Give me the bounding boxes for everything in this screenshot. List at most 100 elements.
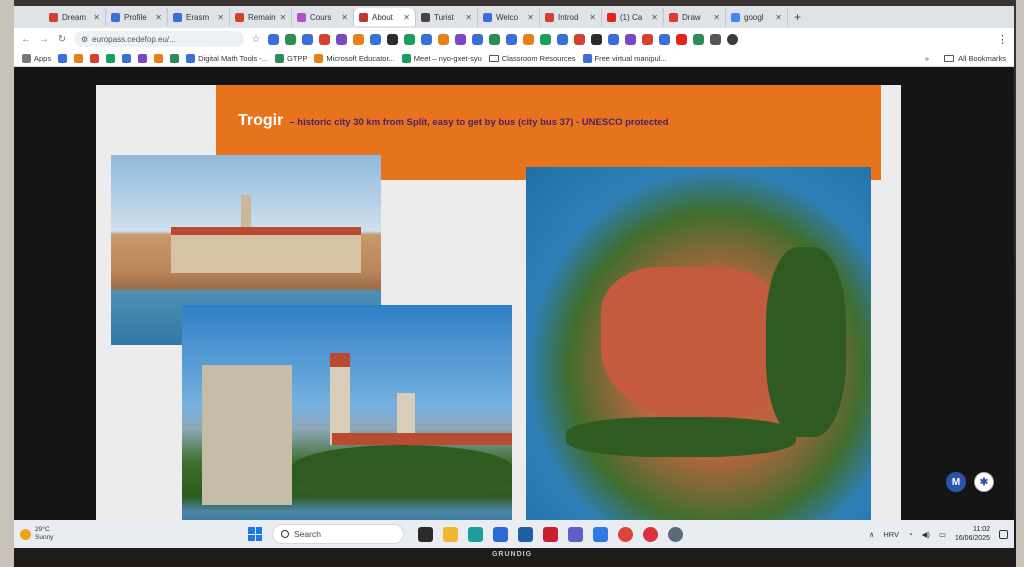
bookmark-free-virtual-manipulatives[interactable]: Free virtual manipul...: [582, 53, 667, 63]
extension-icon[interactable]: [693, 33, 704, 45]
close-tab-icon[interactable]: ✕: [527, 13, 534, 22]
extension-icon[interactable]: [421, 33, 432, 45]
chrome-icon[interactable]: [618, 526, 633, 542]
site-info-icon[interactable]: ⚙: [81, 35, 88, 44]
extension-icon[interactable]: [302, 33, 313, 45]
extension-icon[interactable]: [540, 33, 551, 45]
extension-icon[interactable]: [285, 33, 296, 45]
new-tab-button[interactable]: +: [788, 10, 801, 24]
extension-icon[interactable]: [455, 33, 466, 45]
weather-widget[interactable]: 29°C Sunny: [20, 526, 140, 542]
file-explorer-icon[interactable]: [443, 526, 458, 542]
copilot-icon[interactable]: [593, 526, 608, 542]
extension-icon[interactable]: [642, 33, 653, 45]
extension-icon[interactable]: [523, 33, 534, 45]
extension-icon[interactable]: [268, 33, 279, 45]
all-bookmarks-button[interactable]: All Bookmarks: [944, 54, 1006, 63]
extension-icon[interactable]: [591, 33, 602, 45]
extension-icon[interactable]: [336, 33, 347, 45]
reload-icon[interactable]: ↻: [56, 34, 68, 45]
extension-icon[interactable]: [489, 33, 500, 45]
extension-icon[interactable]: [710, 33, 721, 45]
close-tab-icon[interactable]: ✕: [93, 13, 100, 22]
extension-icon[interactable]: [353, 33, 364, 45]
taskbar-search[interactable]: Search: [272, 524, 404, 544]
bookmark-icon[interactable]: [138, 53, 148, 63]
store-icon[interactable]: [493, 526, 508, 542]
teams-icon[interactable]: [568, 526, 583, 542]
bookmark-star-icon[interactable]: ☆: [250, 34, 262, 45]
close-tab-icon[interactable]: ✕: [651, 13, 658, 22]
extension-icon[interactable]: [659, 33, 670, 45]
browser-tab[interactable]: googl ✕: [726, 8, 788, 26]
extension-icon[interactable]: [625, 33, 636, 45]
extension-icon[interactable]: [557, 33, 568, 45]
browser-tab[interactable]: (1) Ca ✕: [602, 8, 664, 26]
translate-button[interactable]: ✱: [974, 472, 994, 492]
language-indicator[interactable]: HRV: [883, 530, 899, 539]
bookmark-icon[interactable]: [58, 53, 68, 63]
back-arrow-icon[interactable]: ←: [20, 34, 32, 45]
bookmark-icon[interactable]: [90, 53, 100, 63]
clock[interactable]: 11:02 16/06/2025: [955, 525, 990, 543]
close-tab-icon[interactable]: ✕: [465, 13, 472, 22]
forward-arrow-icon[interactable]: →: [38, 34, 50, 45]
browser-tab[interactable]: Erasm ✕: [168, 8, 230, 26]
browser-menu-icon[interactable]: ⋮: [997, 33, 1008, 46]
app-icon[interactable]: [518, 526, 533, 542]
more-bookmarks-button[interactable]: »: [925, 54, 929, 63]
extension-icon[interactable]: [387, 33, 398, 45]
address-bar[interactable]: ⚙ europass.cedefop.eu/...: [74, 31, 244, 47]
extension-icon[interactable]: [370, 33, 381, 45]
bookmark-apps[interactable]: Apps: [22, 53, 51, 63]
extension-icon[interactable]: [676, 33, 687, 45]
browser-tab[interactable]: Dream ✕: [44, 8, 106, 26]
browser-tab[interactable]: Turist ✕: [416, 8, 478, 26]
profile-avatar-icon[interactable]: [727, 33, 738, 45]
bookmark-icon[interactable]: [154, 53, 164, 63]
bookmark-microsoft-educator[interactable]: Microsoft Educator...: [314, 53, 395, 63]
browser-tab[interactable]: Profile ✕: [106, 8, 168, 26]
browser-tab[interactable]: Remain ✕: [230, 8, 292, 26]
close-tab-icon[interactable]: ✕: [589, 13, 596, 22]
close-tab-icon[interactable]: ✕: [280, 13, 287, 22]
close-tab-icon[interactable]: ✕: [155, 13, 162, 22]
bookmark-classroom-resources[interactable]: Classroom Resources: [488, 54, 576, 63]
extension-icon[interactable]: [472, 33, 483, 45]
close-tab-icon[interactable]: ✕: [713, 13, 720, 22]
extension-icon[interactable]: [574, 33, 585, 45]
notification-bell-icon[interactable]: [999, 529, 1008, 539]
bookmark-icon[interactable]: [106, 53, 116, 63]
edge-icon[interactable]: [468, 526, 483, 542]
volume-icon[interactable]: ◀): [922, 530, 930, 539]
extension-icon[interactable]: [404, 33, 415, 45]
start-button[interactable]: [248, 527, 262, 541]
extension-icon[interactable]: [608, 33, 619, 45]
mcafee-icon[interactable]: [543, 526, 558, 542]
close-tab-icon[interactable]: ✕: [403, 13, 410, 22]
bookmark-icon[interactable]: [170, 53, 180, 63]
close-tab-icon[interactable]: ✕: [775, 13, 782, 22]
bookmark-icon[interactable]: [122, 53, 132, 63]
app-red-icon[interactable]: [643, 526, 658, 542]
bookmark-gtpp[interactable]: GTPP: [275, 53, 307, 63]
browser-tab[interactable]: Introd ✕: [540, 8, 602, 26]
extension-icon[interactable]: [438, 33, 449, 45]
browser-tab[interactable]: Cours ✕: [292, 8, 354, 26]
m-extension-button[interactable]: M: [946, 472, 966, 492]
task-view-icon[interactable]: [418, 526, 433, 542]
bookmark-icon[interactable]: [74, 53, 84, 63]
wifi-icon[interactable]: ◔: [908, 530, 913, 539]
chevron-up-icon[interactable]: ∧: [869, 530, 875, 539]
bookmark-meet[interactable]: Meet – nyo-gxet-syu: [401, 53, 482, 63]
settings-gear-icon[interactable]: [668, 526, 683, 542]
browser-tab[interactable]: Draw ✕: [664, 8, 726, 26]
browser-tab[interactable]: Welco ✕: [478, 8, 540, 26]
extension-icon[interactable]: [506, 33, 517, 45]
extension-icon[interactable]: [319, 33, 330, 45]
battery-icon[interactable]: ▭: [939, 530, 946, 539]
bookmark-digital-math-tools[interactable]: Digital Math Tools -...: [186, 53, 268, 63]
close-tab-icon[interactable]: ✕: [341, 13, 348, 22]
close-tab-icon[interactable]: ✕: [217, 13, 224, 22]
browser-tab-active[interactable]: About ✕: [354, 8, 416, 26]
